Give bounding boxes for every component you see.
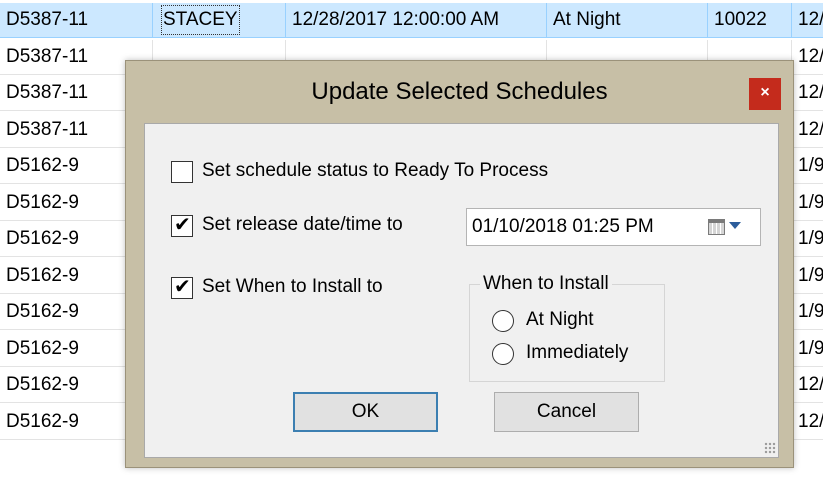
resize-grip-icon[interactable] [764,442,776,454]
table-cell-extra[interactable]: 12/ [791,368,823,402]
status-checkbox[interactable] [171,161,193,183]
table-cell-date[interactable]: 12/28/2017 12:00:00 AM [285,3,546,37]
immediately-radio[interactable] [492,343,514,365]
table-cell-extra[interactable]: 1/9 [791,149,823,183]
cancel-button[interactable]: Cancel [494,392,639,432]
release-datetime-value[interactable]: 01/10/2018 01:25 PM [472,209,654,245]
when-to-install-group: When to Install At Night Immediately [469,273,665,382]
checkmark-icon: ✔ [174,276,191,298]
table-cell-extra[interactable]: 12/ [791,3,823,37]
install-checkbox-label[interactable]: Set When to Install to [202,276,383,298]
immediately-radio-label[interactable]: Immediately [526,342,628,364]
table-cell-extra[interactable]: 1/9 [791,331,823,366]
table-cell-user[interactable]: STACEY [152,3,285,37]
chevron-down-icon[interactable] [729,222,741,229]
release-date-checkbox[interactable]: ✔ [171,214,193,237]
status-checkbox-label[interactable]: Set schedule status to Ready To Process [202,160,548,182]
update-selected-schedules-dialog: Update Selected Schedules × Set schedule… [125,60,794,468]
dialog-client-area: Set schedule status to Ready To Process … [144,123,779,458]
table-cell-when[interactable]: At Night [546,3,707,37]
table-cell-extra[interactable]: 12/ [791,112,823,147]
close-button[interactable]: × [749,78,781,110]
ok-button[interactable]: OK [293,392,438,432]
when-to-install-group-title: When to Install [480,273,612,295]
table-cell-extra[interactable]: 1/9 [791,258,823,293]
release-datetime-picker[interactable]: 01/10/2018 01:25 PM [466,208,761,246]
calendar-icon[interactable] [708,219,725,235]
table-cell-extra[interactable]: 1/9 [791,185,823,220]
table-cell-extra[interactable]: 1/9 [791,222,823,256]
focused-cell-text[interactable]: STACEY [159,3,242,37]
table-cell-id[interactable]: D5387-11 [0,3,152,37]
table-cell-extra[interactable]: 12/ [791,404,823,439]
release-date-checkbox-label[interactable]: Set release date/time to [202,214,403,236]
install-checkbox[interactable]: ✔ [171,276,193,299]
checkmark-icon: ✔ [174,214,191,236]
table-cell-extra[interactable]: 12/ [791,76,823,110]
table-cell-extra[interactable]: 12/ [791,39,823,74]
table-row[interactable]: D5387-11 STACEY 12/28/2017 12:00:00 AM At N… [0,3,823,38]
dialog-title: Update Selected Schedules [311,78,608,105]
at-night-radio[interactable] [492,310,514,332]
table-cell-extra[interactable]: 1/9 [791,295,823,329]
at-night-radio-label[interactable]: At Night [526,309,594,331]
table-cell-code[interactable]: 10022 [707,3,791,37]
